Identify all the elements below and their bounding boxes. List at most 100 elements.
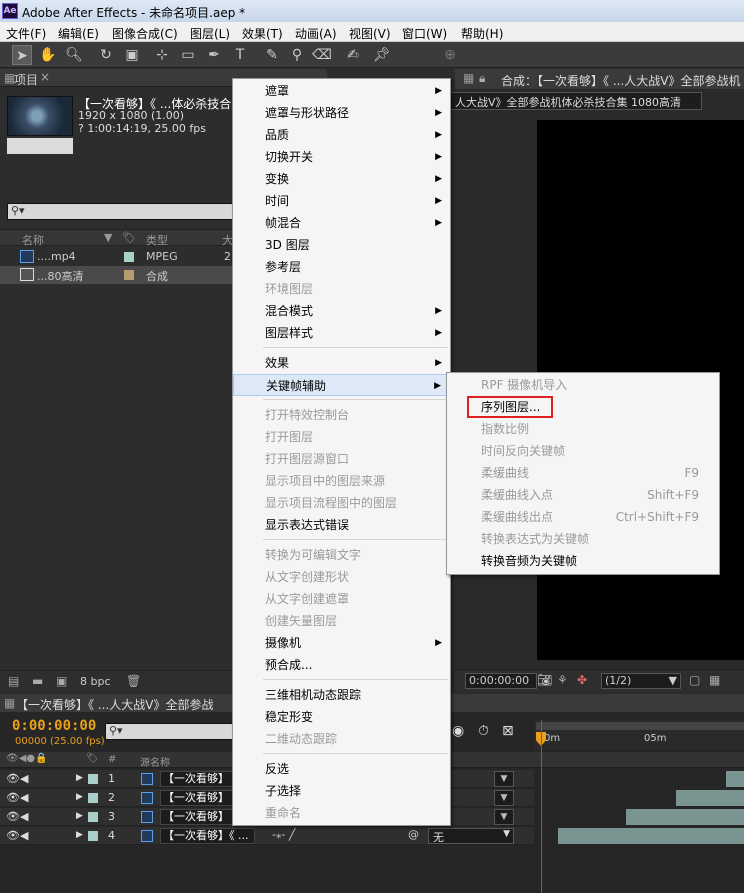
context-menu-item[interactable]: 从文字创建形状 <box>233 566 450 588</box>
time-ruler[interactable]: 0m 05m <box>534 720 744 750</box>
context-menu-item[interactable]: 创建矢量图层 <box>233 610 450 632</box>
roto-brush-tool-icon[interactable]: ✍ <box>343 45 363 65</box>
context-menu-item[interactable]: 变换 ▶ <box>233 168 450 190</box>
trash-icon[interactable]: 🗑︎ <box>126 674 141 688</box>
submenu-item[interactable]: 指数比例 <box>447 418 719 440</box>
chevron-down-icon[interactable]: ▼ <box>494 790 514 806</box>
submenu-item[interactable]: 柔缓曲线入点 Shift+F9 <box>447 484 719 506</box>
expand-triangle-icon[interactable]: ▶ <box>76 811 83 821</box>
context-menu-item[interactable]: 重命名 <box>233 802 450 824</box>
context-menu-item[interactable]: 显示项目中的图层来源 <box>233 470 450 492</box>
context-menu-item[interactable]: 品质 ▶ <box>233 124 450 146</box>
parent-select[interactable]: 无 ▼ <box>428 828 514 844</box>
type-tool-icon[interactable]: T <box>230 45 250 65</box>
project-item-row[interactable]: ...80高清 合成 <box>0 266 232 284</box>
selection-tool-icon[interactable]: ➤ <box>12 45 32 65</box>
context-menu-item[interactable]: 子选择 <box>233 780 450 802</box>
timeline-timecode[interactable]: 0:00:00:00 <box>12 718 96 734</box>
submenu-item[interactable]: 柔缓曲线 F9 <box>447 462 719 484</box>
context-menu-item[interactable]: 遮罩 ▶ <box>233 80 450 102</box>
pick-whip-icon[interactable]: @ <box>408 828 419 841</box>
label-swatch[interactable] <box>88 793 98 803</box>
puppet-pin-tool-icon[interactable]: 📌︎ <box>372 45 392 65</box>
context-menu-item[interactable]: 遮罩与形状路径 ▶ <box>233 102 450 124</box>
submenu-item[interactable]: 转换音频为关键帧 <box>447 550 719 572</box>
graph-editor-icon[interactable]: ⊠ <box>502 723 514 739</box>
resolution-select[interactable]: (1/2) ▼ <box>601 673 681 689</box>
layer-duration-bar[interactable] <box>676 790 744 806</box>
layer-switches-icon[interactable]: -⁎- ╱ <box>272 828 296 841</box>
context-menu-item[interactable]: 显示表达式错误 <box>233 514 450 536</box>
stopwatch-icon[interactable]: ⏱︎ <box>478 723 489 739</box>
region-of-interest-icon[interactable]: ▢ <box>689 673 700 687</box>
submenu-item[interactable]: 时间反向关键帧 <box>447 440 719 462</box>
timeline-search-input[interactable]: ⚲▾ <box>105 723 235 740</box>
lock-icon[interactable]: 🔒︎ <box>479 71 485 86</box>
context-menu-item[interactable]: 切换开关 ▶ <box>233 146 450 168</box>
menu-help[interactable]: 帮助(H) <box>461 25 503 42</box>
context-menu-item[interactable]: 时间 ▶ <box>233 190 450 212</box>
timeline-tab[interactable]: 【一次看够】《 ...人大战V》全部参战 <box>16 696 213 713</box>
menu-composition[interactable]: 图像合成(C) <box>112 25 178 42</box>
submenu-item[interactable]: 序列图层... <box>447 396 719 418</box>
layer-duration-bar[interactable] <box>558 828 744 844</box>
context-menu-item[interactable]: 打开图层 <box>233 426 450 448</box>
label-tag-icon[interactable]: 🏷︎ <box>122 231 136 244</box>
rotation-tool-icon[interactable]: ↻ <box>96 45 116 65</box>
visibility-audio-icon[interactable]: 👁◀ <box>6 791 28 804</box>
layer-name[interactable]: 【一次看够】《 ... <box>160 828 255 844</box>
column-name[interactable]: 名称 <box>22 232 44 248</box>
layer-duration-bar[interactable] <box>626 809 744 825</box>
brush-tool-icon[interactable]: ✎ <box>262 45 282 65</box>
context-menu-item[interactable]: 转换为可编辑文字 <box>233 544 450 566</box>
context-menu-item[interactable]: 图层样式 ▶ <box>233 322 450 344</box>
project-search-input[interactable]: ⚲▾ <box>7 203 235 220</box>
project-tab[interactable]: 项目 <box>14 71 38 88</box>
menu-window[interactable]: 窗口(W) <box>402 25 447 42</box>
visibility-audio-icon[interactable]: 👁◀ <box>6 772 28 785</box>
transparency-grid-icon[interactable]: ▦ <box>709 673 720 687</box>
expand-triangle-icon[interactable]: ▶ <box>76 830 83 840</box>
context-menu-item[interactable]: 三维相机动态跟踪 <box>233 684 450 706</box>
menu-edit[interactable]: 编辑(E) <box>58 25 99 42</box>
column-source-name[interactable]: 源名称 <box>140 754 170 769</box>
project-item-row[interactable]: ....mp4 MPEG 2 <box>0 248 232 266</box>
timeline-tracks[interactable] <box>534 768 744 893</box>
context-menu-item[interactable]: 反选 <box>233 758 450 780</box>
sort-arrow-icon[interactable]: ▼ <box>104 231 112 244</box>
shape-tool-icon[interactable]: ▭ <box>178 45 198 65</box>
interpret-footage-icon[interactable]: ▤ <box>8 674 19 688</box>
close-tab-icon[interactable]: × <box>40 70 50 84</box>
chevron-down-icon[interactable]: ▼ <box>494 809 514 825</box>
context-menu-item[interactable]: 预合成... <box>233 654 450 676</box>
composition-breadcrumb[interactable]: 人大战V》全部参战机体必杀技合集 1080高清 <box>446 92 702 110</box>
label-swatch[interactable] <box>88 774 98 784</box>
context-menu-item[interactable]: 从文字创建遮罩 <box>233 588 450 610</box>
composition-timecode[interactable]: 0:00:00:00 <box>465 673 537 689</box>
submenu-item[interactable]: RPF 摄像机导入 <box>447 374 719 396</box>
timeline-layer-row[interactable]: 👁◀ ▶ 4 【一次看够】《 ... -⁎- ╱ @ 无 ▼ <box>0 827 534 845</box>
column-type[interactable]: 类型 <box>146 232 168 248</box>
context-menu-item[interactable]: 3D 图层 <box>233 234 450 256</box>
pen-tool-icon[interactable]: ✒ <box>204 45 224 65</box>
new-folder-icon[interactable]: ▬ <box>32 674 43 688</box>
label-swatch[interactable] <box>88 831 98 841</box>
context-menu-item[interactable]: 打开图层源窗口 <box>233 448 450 470</box>
chevron-down-icon[interactable]: ▼ <box>494 771 514 787</box>
layer-duration-bar[interactable] <box>726 771 744 787</box>
show-snapshot-icon[interactable]: ⚘ <box>557 673 568 687</box>
bit-depth-button[interactable]: 8 bpc <box>80 675 111 688</box>
channel-rgb-icon[interactable]: ✤ <box>577 673 587 687</box>
clone-stamp-tool-icon[interactable]: ⚲ <box>287 45 307 65</box>
context-menu-item[interactable]: 稳定形变 <box>233 706 450 728</box>
context-menu-item[interactable]: 参考层 <box>233 256 450 278</box>
context-menu-item[interactable]: 效果 ▶ <box>233 352 450 374</box>
menu-file[interactable]: 文件(F) <box>6 25 46 42</box>
motion-blur-icon[interactable]: ◉ <box>452 723 464 739</box>
expand-triangle-icon[interactable]: ▶ <box>76 792 83 802</box>
visibility-audio-icon[interactable]: 👁◀ <box>6 810 28 823</box>
context-menu-item[interactable]: 二维动态跟踪 <box>233 728 450 750</box>
composition-tab[interactable]: 合成：【一次看够】《 ...人大战V》全部参战机 <box>501 72 740 89</box>
eraser-tool-icon[interactable]: ⌫ <box>312 45 332 65</box>
menu-effect[interactable]: 效果(T) <box>242 25 283 42</box>
